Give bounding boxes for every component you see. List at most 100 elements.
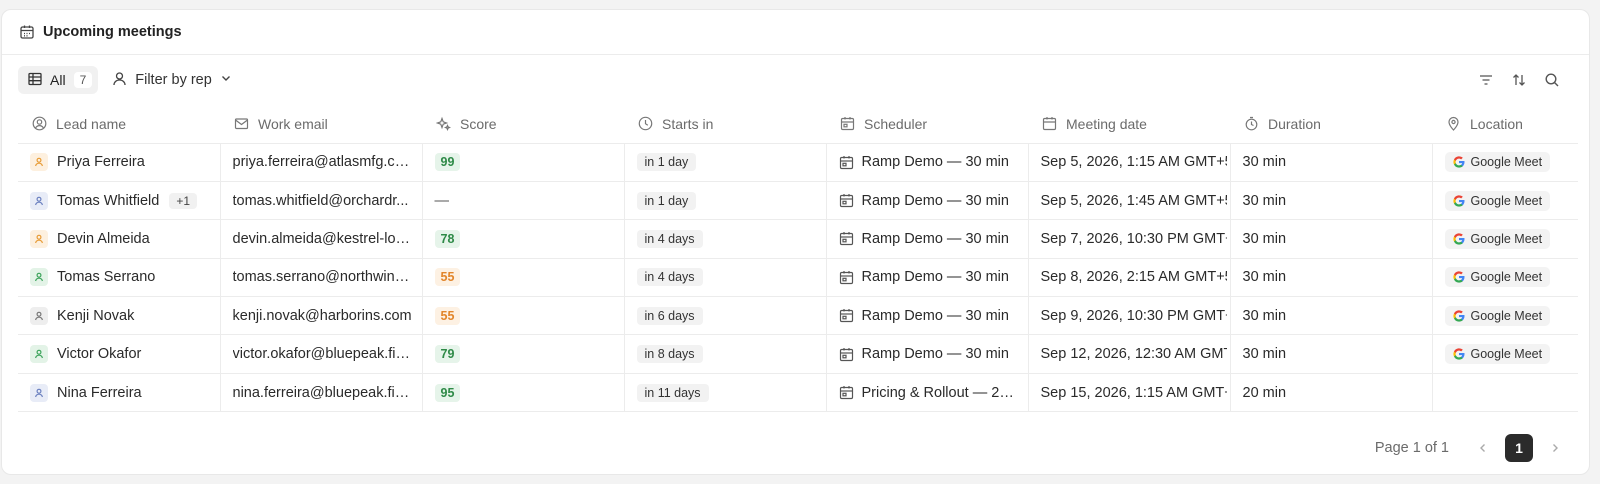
cell-scheduler[interactable]: Ramp Demo — 30 min	[826, 143, 1029, 182]
cell-duration[interactable]: 30 min	[1230, 334, 1433, 374]
location-badge[interactable]: Google Meet	[1444, 152, 1551, 173]
cell-email[interactable]: priya.ferreira@atlasmfg.com	[220, 143, 423, 182]
cell-location[interactable]: Google Meet	[1432, 334, 1578, 374]
view-all-tab[interactable]: All 7	[18, 66, 99, 94]
cell-starts[interactable]: in 11 days	[624, 373, 827, 413]
cell-starts[interactable]: in 6 days	[624, 296, 827, 336]
cell-lead[interactable]: Victor Okafor	[18, 334, 221, 374]
score-badge: 55	[434, 268, 461, 287]
table-row[interactable]: Victor Okafor victor.okafor@bluepeak.fin.…	[18, 334, 1578, 374]
table-row[interactable]: Devin Almeida devin.almeida@kestrel-log..…	[18, 219, 1578, 259]
column-location-label: Location	[1470, 115, 1523, 132]
cell-lead[interactable]: Nina Ferreira	[18, 373, 221, 413]
extra-leads-badge[interactable]: +1	[169, 192, 198, 209]
column-location[interactable]: Location	[1432, 105, 1578, 144]
cell-starts[interactable]: in 1 day	[624, 143, 827, 182]
cell-location[interactable]: Google Meet	[1432, 258, 1578, 298]
column-date[interactable]: Meeting date	[1028, 105, 1230, 144]
table-row[interactable]: Kenji Novak kenji.novak@harborins.com 55 in…	[18, 296, 1578, 336]
cell-lead[interactable]: Kenji Novak	[18, 296, 221, 336]
cell-lead[interactable]: Tomas Serrano	[18, 258, 221, 298]
cell-date[interactable]: Sep 9, 2026, 10:30 PM GMT+5:30	[1028, 296, 1231, 336]
location-badge[interactable]: Google Meet	[1444, 344, 1551, 365]
location-badge[interactable]: Google Meet	[1444, 267, 1551, 288]
table-row[interactable]: Tomas Whitfield +1 tomas.whitfield@orchard…	[18, 181, 1578, 221]
cell-starts[interactable]: in 4 days	[624, 258, 827, 298]
score-badge: 79	[434, 345, 461, 364]
cell-scheduler[interactable]: Ramp Demo — 30 min	[826, 334, 1029, 374]
lead-name: Tomas Serrano	[57, 269, 156, 286]
cell-score[interactable]: —	[422, 181, 625, 221]
prev-page-button[interactable]	[1471, 436, 1495, 460]
table-row[interactable]: Priya Ferreira priya.ferreira@atlasmfg.co…	[18, 143, 1578, 182]
cell-date[interactable]: Sep 15, 2026, 1:15 AM GMT+5:30	[1028, 373, 1231, 413]
cell-duration[interactable]: 30 min	[1230, 296, 1433, 336]
table-row[interactable]: Tomas Serrano tomas.serrano@northwind... 5…	[18, 258, 1578, 298]
cell-score[interactable]: 99	[422, 143, 625, 182]
cell-scheduler[interactable]: Ramp Demo — 30 min	[826, 258, 1029, 298]
cell-date[interactable]: Sep 5, 2026, 1:45 AM GMT+5:30	[1028, 181, 1231, 221]
cell-scheduler[interactable]: Ramp Demo — 30 min	[826, 181, 1029, 221]
cell-lead[interactable]: Tomas Whitfield +1	[18, 181, 221, 221]
cell-date[interactable]: Sep 8, 2026, 2:15 AM GMT+5:30	[1028, 258, 1231, 298]
filter-by-rep-button[interactable]: Filter by rep	[112, 71, 232, 90]
cell-email[interactable]: kenji.novak@harborins.com	[220, 296, 423, 336]
cell-scheduler[interactable]: Ramp Demo — 30 min	[826, 219, 1029, 259]
cell-scheduler[interactable]: Ramp Demo — 30 min	[826, 296, 1029, 336]
location-badge[interactable]: Google Meet	[1444, 190, 1551, 211]
card-header: Upcoming meetings	[2, 10, 1589, 55]
current-page-button[interactable]: 1	[1505, 434, 1533, 462]
cell-lead[interactable]: Devin Almeida	[18, 219, 221, 259]
cell-location[interactable]: Google Meet	[1432, 219, 1578, 259]
cell-duration[interactable]: 30 min	[1230, 258, 1433, 298]
cell-email[interactable]: nina.ferreira@bluepeak.fin...	[220, 373, 423, 413]
cell-location[interactable]: Google Meet	[1432, 296, 1578, 336]
cell-duration[interactable]: 30 min	[1230, 181, 1433, 221]
column-duration[interactable]: Duration	[1230, 105, 1432, 144]
cell-score[interactable]: 55	[422, 296, 625, 336]
cell-score[interactable]: 95	[422, 373, 625, 413]
cell-duration[interactable]: 30 min	[1230, 219, 1433, 259]
column-scheduler[interactable]: Scheduler	[826, 105, 1028, 144]
cell-scheduler[interactable]: Pricing & Rollout — 20 ...	[826, 373, 1029, 413]
cell-email[interactable]: tomas.whitfield@orchardr...	[220, 181, 423, 221]
cell-email[interactable]: victor.okafor@bluepeak.fin...	[220, 334, 423, 374]
column-starts[interactable]: Starts in	[624, 105, 826, 144]
user-circle-icon	[32, 116, 47, 131]
next-page-button[interactable]	[1543, 436, 1567, 460]
filter-icon[interactable]	[1477, 71, 1495, 89]
cell-duration[interactable]: 30 min	[1230, 143, 1433, 182]
avatar	[30, 191, 48, 210]
location-badge[interactable]: Google Meet	[1444, 305, 1551, 326]
cell-starts[interactable]: in 1 day	[624, 181, 827, 221]
column-score[interactable]: Score	[422, 105, 624, 144]
cell-email[interactable]: devin.almeida@kestrel-log...	[220, 219, 423, 259]
cell-starts[interactable]: in 8 days	[624, 334, 827, 374]
cell-location[interactable]: Google Meet	[1432, 143, 1578, 182]
cell-location[interactable]	[1432, 373, 1578, 413]
meeting-date: Sep 8, 2026, 2:15 AM GMT+5:30	[1040, 269, 1227, 286]
cell-date[interactable]: Sep 7, 2026, 10:30 PM GMT+5:30	[1028, 219, 1231, 259]
column-email[interactable]: Work email	[220, 105, 422, 144]
cell-date[interactable]: Sep 12, 2026, 12:30 AM GMT+5:30	[1028, 334, 1231, 374]
cell-score[interactable]: 55	[422, 258, 625, 298]
table-row[interactable]: Nina Ferreira nina.ferreira@bluepeak.fin.…	[18, 373, 1578, 413]
cell-email[interactable]: tomas.serrano@northwind...	[220, 258, 423, 298]
search-icon[interactable]	[1543, 71, 1561, 89]
cell-lead[interactable]: Priya Ferreira	[18, 143, 221, 182]
scheduler-name: Ramp Demo — 30 min	[861, 307, 1009, 324]
score-badge: 55	[434, 306, 461, 325]
cell-duration[interactable]: 20 min	[1230, 373, 1433, 413]
cell-date[interactable]: Sep 5, 2026, 1:15 AM GMT+5:30	[1028, 143, 1231, 182]
location-label: Google Meet	[1470, 270, 1543, 285]
work-email: devin.almeida@kestrel-log...	[232, 230, 415, 247]
cell-score[interactable]: 79	[422, 334, 625, 374]
cell-score[interactable]: 78	[422, 219, 625, 259]
cell-starts[interactable]: in 4 days	[624, 219, 827, 259]
location-badge[interactable]: Google Meet	[1444, 228, 1551, 249]
column-lead[interactable]: Lead name	[18, 105, 220, 144]
sort-icon[interactable]	[1510, 71, 1528, 89]
lead-name: Nina Ferreira	[57, 384, 142, 401]
cell-location[interactable]: Google Meet	[1432, 181, 1578, 221]
column-score-label: Score	[460, 115, 497, 132]
